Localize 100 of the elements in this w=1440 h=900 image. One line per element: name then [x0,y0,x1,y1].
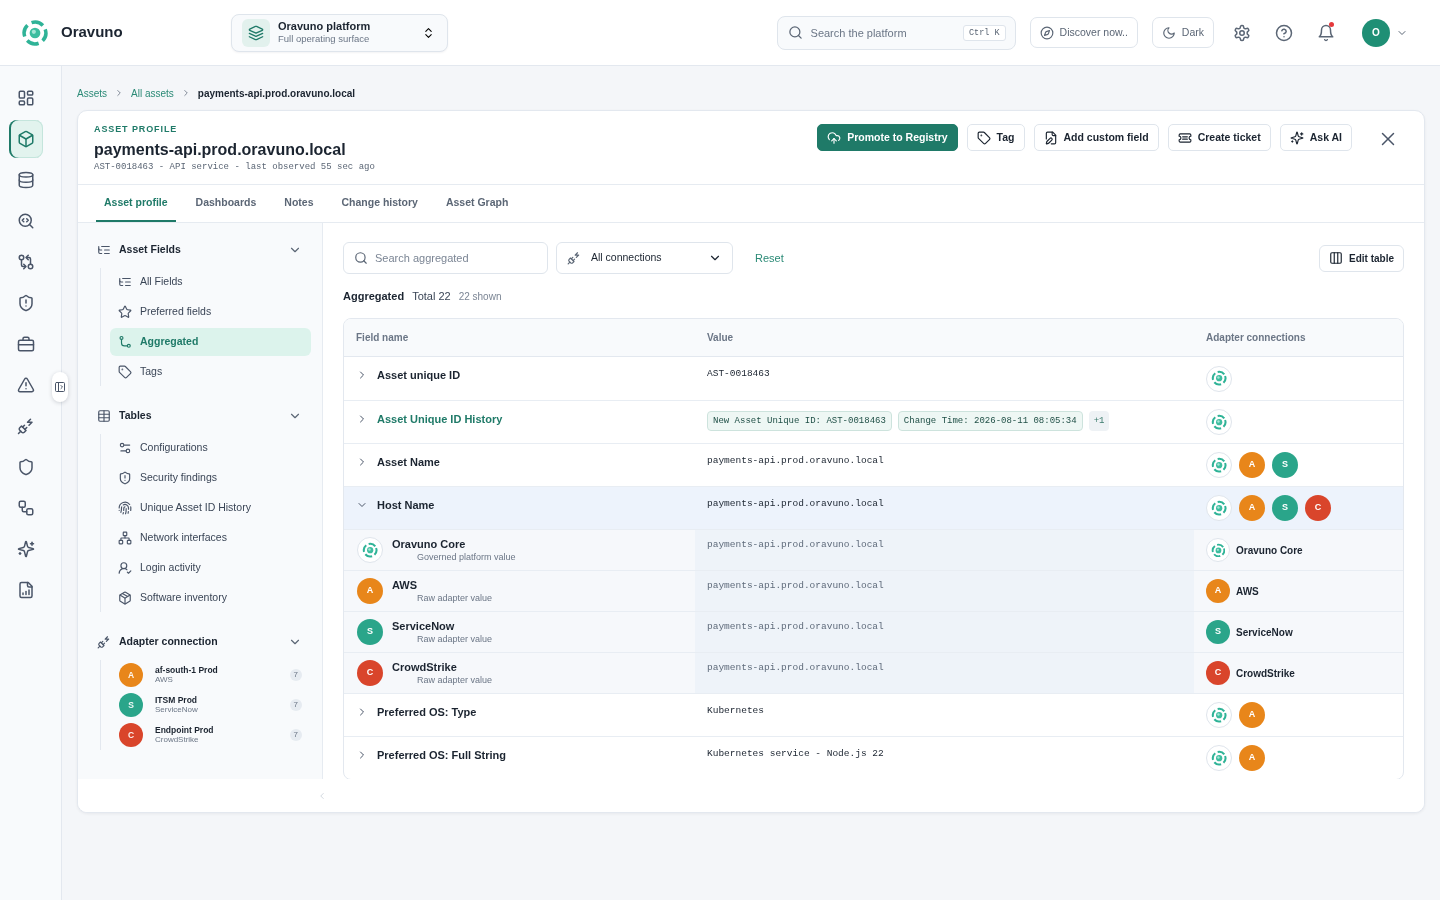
compass-icon [1039,25,1054,40]
field-nav-item[interactable]: All Fields [110,268,311,296]
tag-icon [976,130,991,145]
ring-logo-icon [1206,409,1232,435]
count-pill: 7 [289,699,302,711]
platform-switcher[interactable]: Oravuno platform Full operating surface [231,13,448,52]
bell-icon [1317,23,1335,42]
field-value: AST-0018463 [707,367,770,381]
tab[interactable]: Dashboards [187,185,265,222]
summary-total: Total 22 [412,289,451,304]
source-note: Raw adapter value [417,673,493,686]
column-header: Value [706,331,735,345]
connection-name[interactable]: Endpoint Prod [155,725,214,735]
section-eyebrow: ASSET PROFILE [94,123,179,135]
more-chip[interactable]: +1 [1088,411,1110,431]
promote-button[interactable]: Promote to Registry [817,124,958,151]
section-header[interactable]: Tables [97,406,311,426]
adapter-avatar: C [357,660,383,686]
tag-icon [118,365,132,379]
field-name: Asset unique ID [377,368,461,382]
source-name: ServiceNow [392,619,456,633]
section-header[interactable]: Asset Fields [97,240,311,260]
workflow-icon [17,499,35,517]
table-icon [97,409,111,423]
field-name: Host Name [377,498,435,512]
field-nav-item[interactable]: Tags [110,358,311,386]
field-nav-item[interactable]: Preferred fields [110,298,311,326]
source-value: payments-api.prod.oravuno.local [695,571,1194,611]
adapter-avatar: A [1206,579,1230,603]
reset-link[interactable]: Reset [747,249,792,267]
connection-adapter: AWS [155,675,174,685]
field-nav-item[interactable]: Login activity [110,554,311,582]
ring-logo-icon [1206,702,1232,728]
adapter-label: ServiceNow [1236,625,1293,640]
settings-icon [1233,23,1251,42]
field-name: Asset Name [377,455,440,469]
ask-ai-button[interactable]: Ask AI [1279,124,1352,151]
field-nav-item[interactable]: Unique Asset ID History [110,494,311,522]
cloud-upload-icon [827,130,842,145]
edit-table-button[interactable]: Edit table [1319,244,1404,272]
tab[interactable]: Asset Graph [437,185,517,222]
field-name: Preferred OS: Type [377,705,477,719]
add-field-button[interactable]: Add custom field [1033,124,1159,151]
discover-button[interactable]: Discover now.. [1029,17,1138,48]
warning-icon [17,376,35,394]
expanded-row[interactable]: Host Name payments-api.prod.oravuno.local A S C [344,486,1403,529]
adapter-label: AWS [1236,584,1259,599]
source-note: Raw adapter value [417,591,493,604]
fingerprint-icon [118,501,132,515]
adapter-avatar: S [119,693,143,717]
field-value: payments-api.prod.oravuno.local [707,454,884,468]
field-nav-item[interactable]: Network interfaces [110,524,311,552]
summary-title: Aggregated [343,289,405,304]
connection-name[interactable]: af-south-1 Prod [155,665,218,675]
field-value: payments-api.prod.oravuno.local [707,497,884,511]
breadcrumb-link[interactable]: All assets [131,85,174,101]
sliders-icon [118,441,132,455]
star-icon [118,305,132,319]
value-chip: New Asset Unique ID: AST-0018463 [707,411,892,431]
network-icon [118,531,132,545]
column-header: Adapter connections [1205,331,1307,345]
section-header[interactable]: Adapter connection [97,632,311,652]
field-link[interactable]: Asset Unique ID History [377,412,503,426]
plug-icon [567,251,581,265]
connection-filter-dropdown[interactable]: All connections [556,242,733,274]
field-nav-item[interactable]: Aggregated [110,328,311,356]
theme-toggle-button[interactable]: Dark [1151,17,1214,48]
asset-meta: AST-0018463 - API service - last observed 55 sec ago [94,161,375,173]
field-nav-item[interactable]: Configurations [110,434,311,462]
panel-toggle-button[interactable] [52,372,68,402]
field-value: Kubernetes [707,704,764,718]
adapter-avatar: S [357,619,383,645]
tab[interactable]: Change history [333,185,426,222]
field-nav-item[interactable]: Software inventory [110,584,311,612]
list-tree-icon [97,243,111,257]
nav-rail-button[interactable] [9,120,43,158]
shield-alert-icon [118,471,132,485]
sparkles-icon [17,540,35,558]
ring-logo-icon [1206,452,1232,478]
field-nav-item[interactable]: Security findings [110,464,311,492]
count-pill: 7 [289,729,302,741]
layers-icon [242,18,270,47]
cube-icon [17,130,35,148]
tab[interactable]: Notes [276,185,322,222]
breadcrumb-link[interactable]: Assets [77,85,107,101]
create-ticket-button[interactable]: Create ticket [1167,124,1271,151]
search-code-icon [17,212,35,230]
ring-logo-icon [1206,538,1230,562]
field-name: Preferred OS: Full String [377,748,506,762]
adapter-avatar: A [1239,495,1265,521]
source-name: CrowdStrike [392,660,458,674]
user-avatar[interactable]: O [1362,18,1390,47]
connection-name[interactable]: ITSM Prod [155,695,198,705]
search-field[interactable]: Search aggregated [343,242,548,274]
ticket-icon [1177,130,1192,145]
adapter-avatar: A [1239,745,1265,771]
tag-button[interactable]: Tag [966,124,1025,151]
adapter-avatar: A [357,578,383,604]
summary-shown: 22 shown [458,290,502,304]
panel-icon [54,381,66,393]
